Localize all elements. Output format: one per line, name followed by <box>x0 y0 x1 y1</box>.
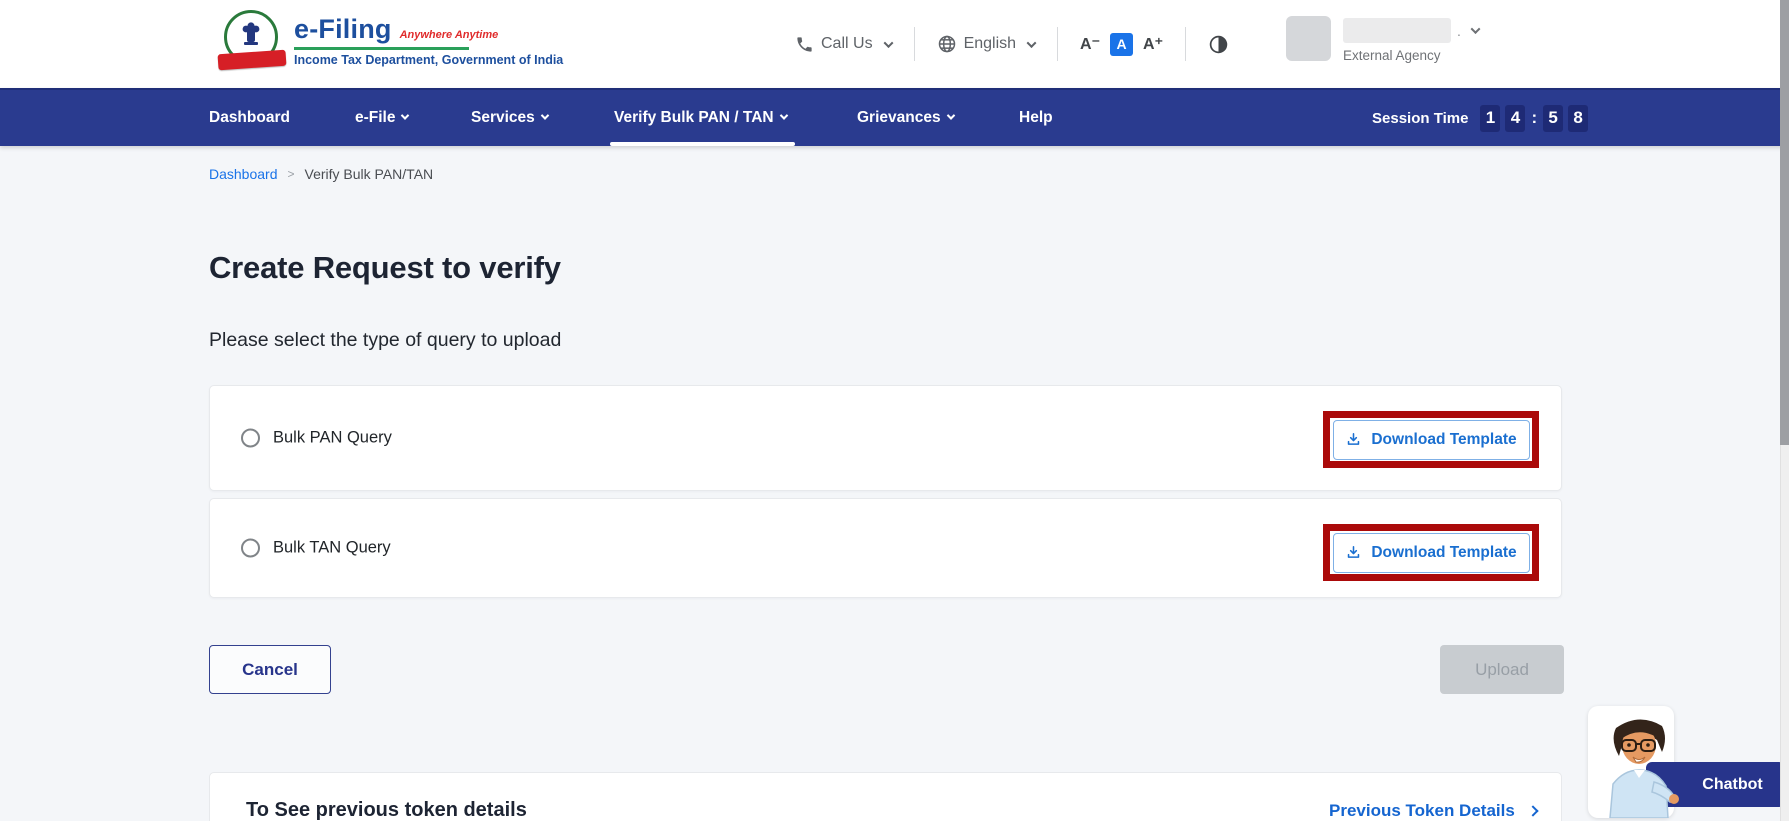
brand-underline <box>294 47 469 50</box>
user-name-suffix: . <box>1457 22 1461 39</box>
chevron-down-icon <box>779 111 788 120</box>
upload-button[interactable]: Upload <box>1440 645 1564 694</box>
efiling-logo[interactable]: e-Filing Anywhere Anytime Income Tax Dep… <box>217 8 564 80</box>
redacted-user-name <box>1343 18 1451 43</box>
page-title: Create Request to verify <box>209 250 561 285</box>
session-time-label: Session Time <box>1372 109 1469 127</box>
chevron-down-icon <box>946 111 955 120</box>
user-avatar <box>1286 16 1331 61</box>
font-size-controls: A⁻ A A⁺ <box>1080 32 1163 56</box>
bulk-pan-radio[interactable] <box>241 428 260 448</box>
font-increase-button[interactable]: A⁺ <box>1143 34 1163 54</box>
nav-item-grievances[interactable]: Grievances <box>857 90 955 146</box>
previous-token-details-link[interactable]: Previous Token Details <box>1329 801 1539 821</box>
download-icon <box>1348 433 1360 445</box>
nav-item-verify-bulk-pan-tan[interactable]: Verify Bulk PAN / TAN <box>614 90 788 146</box>
chatbot-mascot-icon <box>1609 719 1679 818</box>
chevron-right-icon <box>1527 805 1539 817</box>
bulk-tan-query-card: Bulk TAN Query Download Template <box>209 498 1562 598</box>
breadcrumb-separator: > <box>287 167 295 181</box>
breadcrumb-dashboard-link[interactable]: Dashboard <box>209 166 278 182</box>
bulk-pan-label: Bulk PAN Query <box>273 428 392 447</box>
session-digit: 4 <box>1505 104 1526 132</box>
chevron-down-icon <box>401 111 410 120</box>
nav-item-dashboard[interactable]: Dashboard <box>209 90 290 146</box>
font-decrease-button[interactable]: A⁻ <box>1080 34 1100 54</box>
download-template-pan-button[interactable]: Download Template <box>1332 419 1530 460</box>
nav-item-help[interactable]: Help <box>1019 90 1053 146</box>
brand-tagline: Anywhere Anytime <box>399 29 499 41</box>
page-subtitle: Please select the type of query to uploa… <box>209 329 562 351</box>
main-navbar: Dashboard e-File Services Verify Bulk PA… <box>0 88 1789 146</box>
emblem-ribbon <box>217 49 287 71</box>
nav-item-efile[interactable]: e-File <box>355 90 410 146</box>
download-icon <box>1348 546 1360 558</box>
chevron-down-icon <box>1470 24 1481 35</box>
previous-token-text: To See previous token details <box>246 799 527 821</box>
contrast-toggle[interactable] <box>1208 34 1229 55</box>
globe-icon <box>938 35 955 53</box>
chevron-down-icon <box>1026 37 1037 48</box>
bulk-pan-query-card: Bulk PAN Query Download Template <box>209 385 1562 491</box>
call-us-menu[interactable]: Call Us <box>795 35 894 54</box>
breadcrumb-current: Verify Bulk PAN/TAN <box>304 166 434 182</box>
session-colon: : <box>1531 108 1538 127</box>
session-timer: Session Time 1 4 : 5 8 <box>1372 90 1589 146</box>
income-tax-emblem-icon <box>217 8 287 80</box>
breadcrumb: Dashboard > Verify Bulk PAN/TAN <box>209 166 433 182</box>
contrast-icon <box>1209 35 1228 53</box>
chevron-down-icon <box>540 111 550 120</box>
font-normal-button[interactable]: A <box>1110 32 1134 56</box>
phone-icon <box>797 36 812 52</box>
brand-name: e-Filing <box>294 14 392 44</box>
scrollbar-track[interactable] <box>1780 0 1789 821</box>
header: e-Filing Anywhere Anytime Income Tax Dep… <box>0 0 1789 88</box>
chevron-down-icon <box>883 37 894 48</box>
call-us-label: Call Us <box>821 35 873 52</box>
language-selector[interactable]: English <box>937 34 1037 54</box>
previous-token-card: To See previous token details Previous T… <box>209 772 1562 821</box>
session-digit: 8 <box>1568 104 1589 132</box>
active-tab-indicator <box>610 142 795 146</box>
divider <box>1185 27 1187 61</box>
scrollbar-thumb[interactable] <box>1780 0 1789 445</box>
cancel-button[interactable]: Cancel <box>209 645 331 694</box>
divider <box>1057 27 1059 61</box>
language-label: English <box>963 35 1017 52</box>
bulk-tan-label: Bulk TAN Query <box>273 538 391 557</box>
divider <box>913 27 915 61</box>
session-digit: 5 <box>1543 104 1564 132</box>
session-digit: 1 <box>1480 104 1501 132</box>
user-menu[interactable]: . External Agency <box>1286 16 1481 63</box>
header-tools: Call Us English A⁻ A A⁺ <box>795 22 1229 66</box>
highlight-box: Download Template <box>1323 524 1539 581</box>
highlight-box: Download Template <box>1323 411 1539 468</box>
bulk-tan-radio[interactable] <box>241 538 260 558</box>
download-template-tan-button[interactable]: Download Template <box>1332 532 1530 573</box>
user-role-label: External Agency <box>1343 48 1441 63</box>
ashoka-lions-icon <box>242 22 260 45</box>
department-name: Income Tax Department, Government of Ind… <box>294 53 564 67</box>
efiling-portal-page: e-Filing Anywhere Anytime Income Tax Dep… <box>0 0 1789 821</box>
nav-item-services[interactable]: Services <box>471 90 550 146</box>
